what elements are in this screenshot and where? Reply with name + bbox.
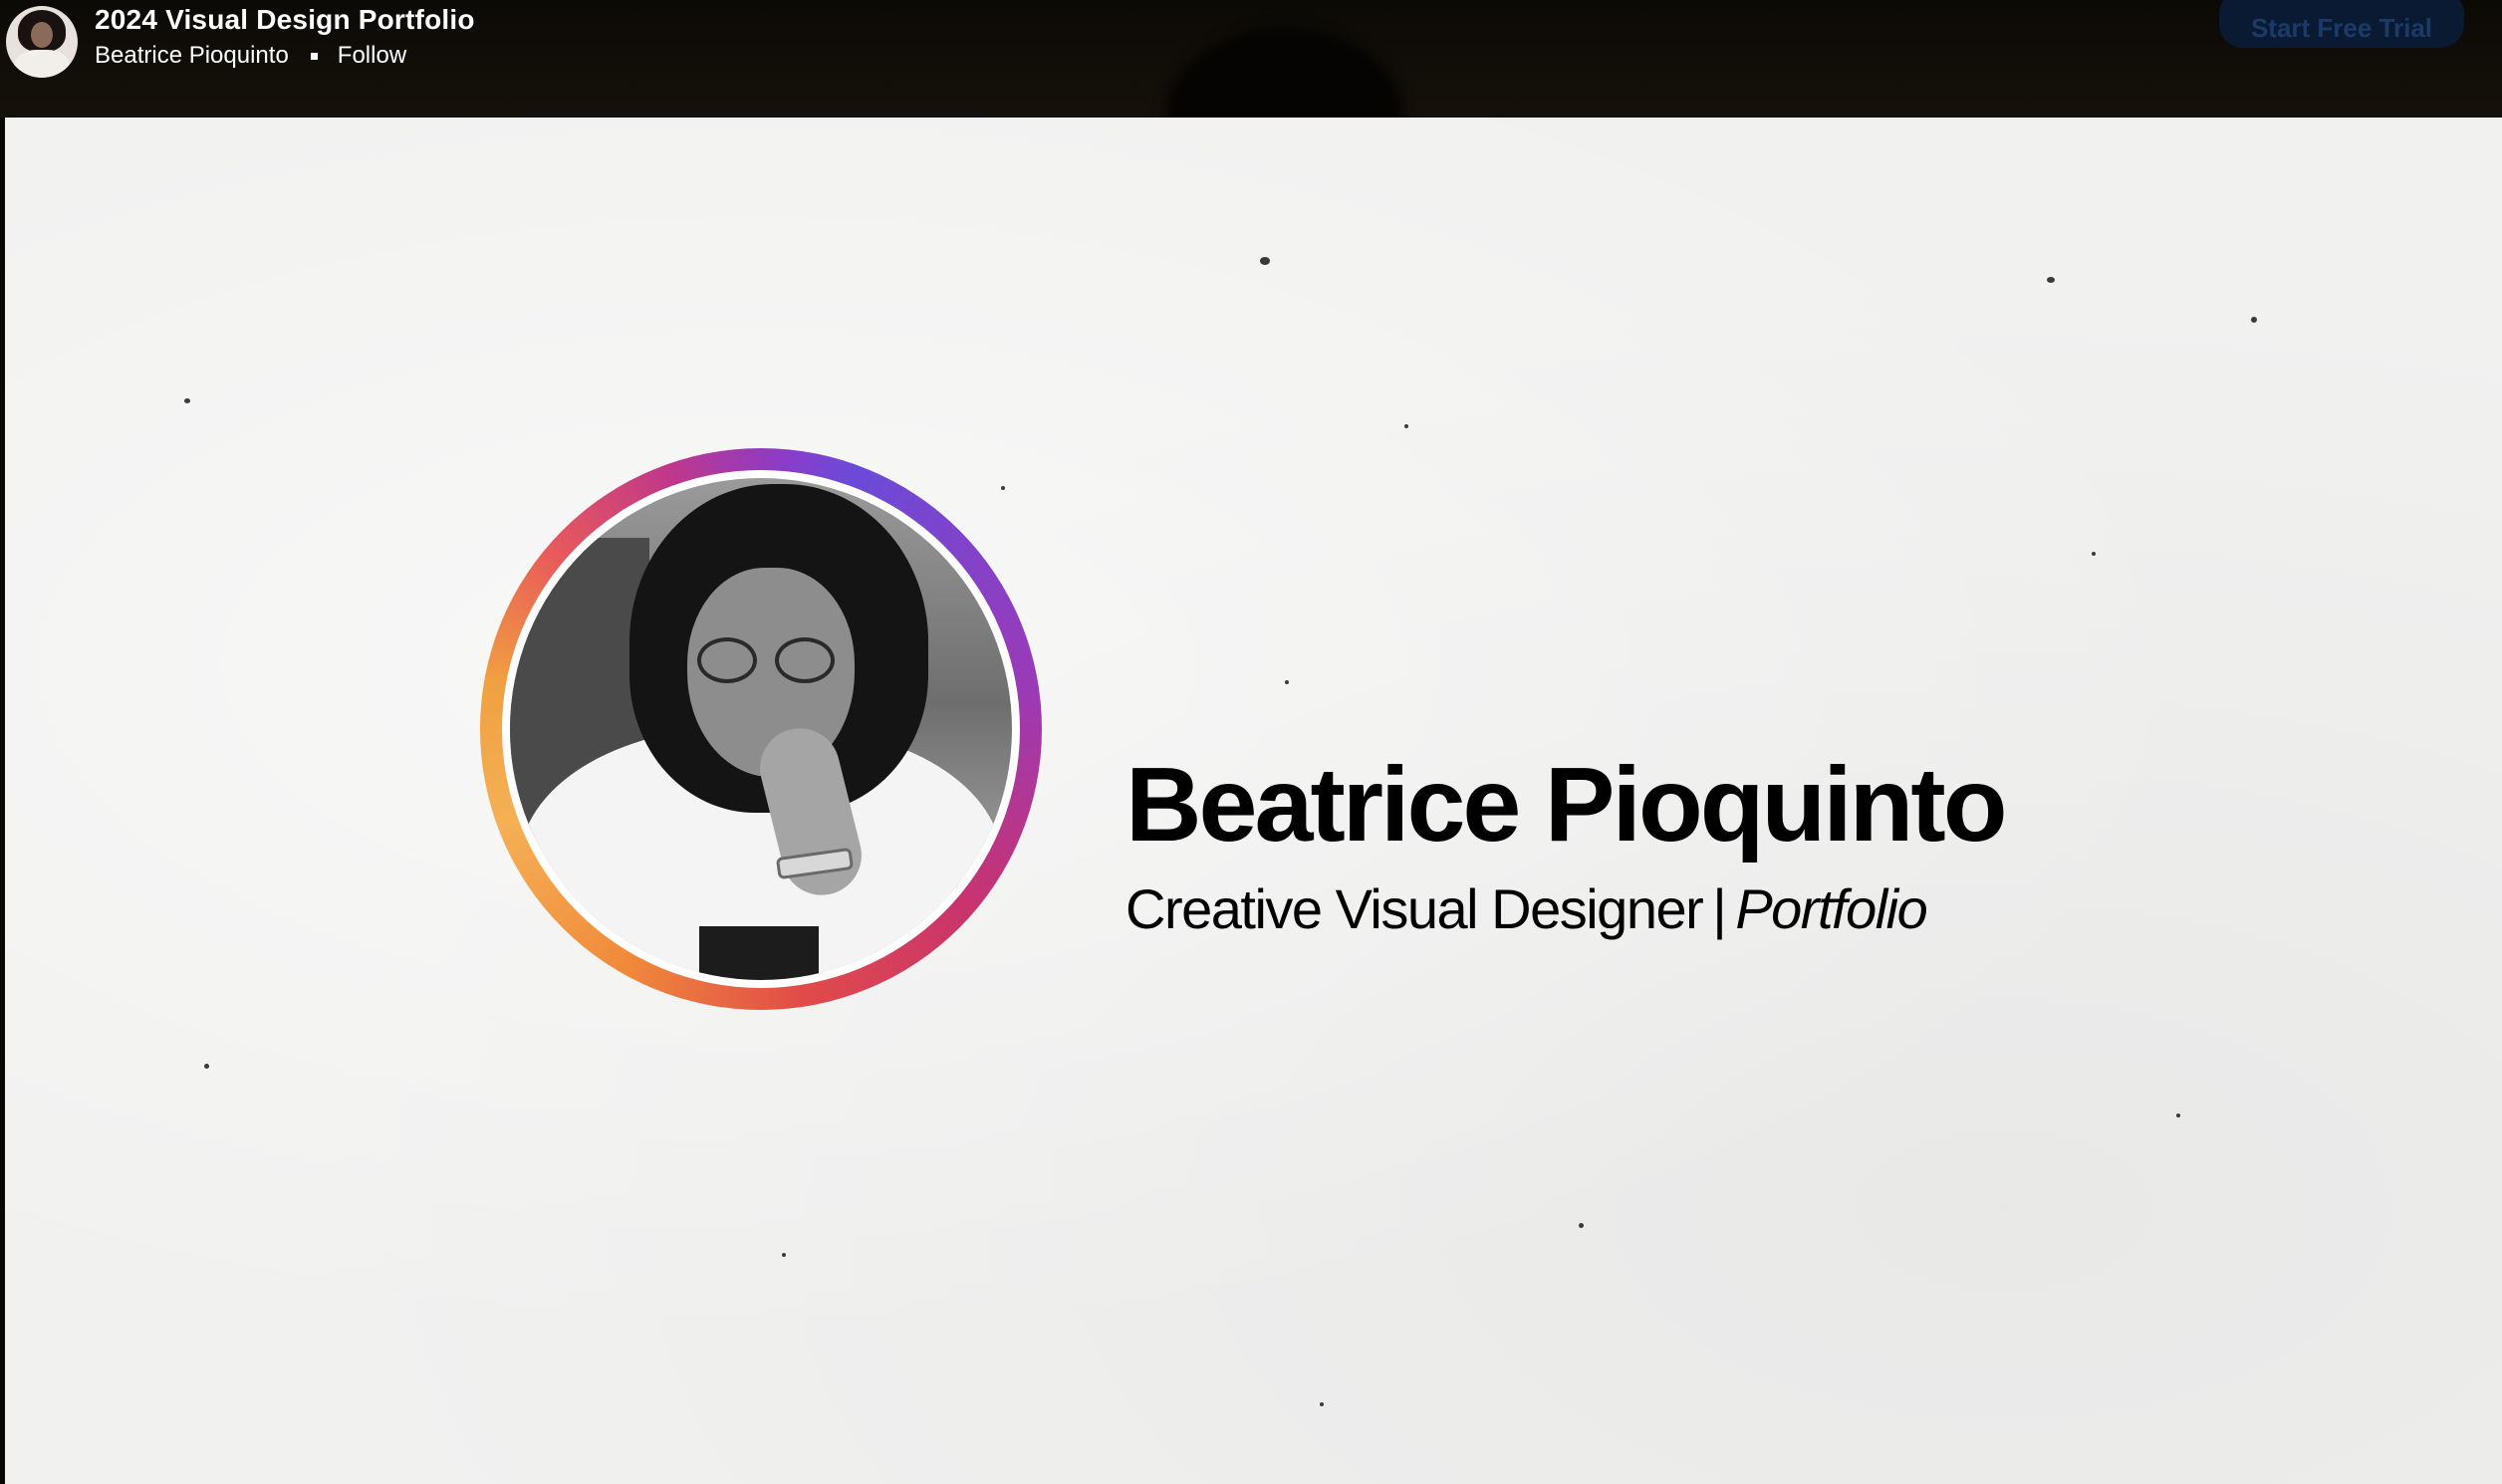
owner-name-link[interactable]: Beatrice Pioquinto <box>95 42 289 70</box>
separator-dot <box>310 52 318 60</box>
header-background-silhouette <box>1165 28 1404 118</box>
owner-avatar[interactable] <box>6 6 78 78</box>
owner-meta: Beatrice Pioquinto Follow <box>95 42 406 70</box>
subtitle-separator: | <box>1712 877 1727 940</box>
cover-subtitle: Creative Visual Designer | Portfolio <box>1126 876 1928 941</box>
start-free-trial-button[interactable]: Start Free Trial <box>2219 0 2464 48</box>
subtitle-portfolio: Portfolio <box>1735 877 1927 940</box>
follow-button[interactable]: Follow <box>338 42 406 70</box>
project-title: 2024 Visual Design Portfolio <box>95 4 475 35</box>
cover-name-heading: Beatrice Pioquinto <box>1126 746 2007 864</box>
subtitle-role: Creative Visual Designer <box>1126 877 1704 940</box>
project-header: 2024 Visual Design Portfolio Beatrice Pi… <box>0 0 2502 118</box>
profile-photo-ring <box>480 448 1042 1010</box>
profile-photo <box>510 478 1012 980</box>
